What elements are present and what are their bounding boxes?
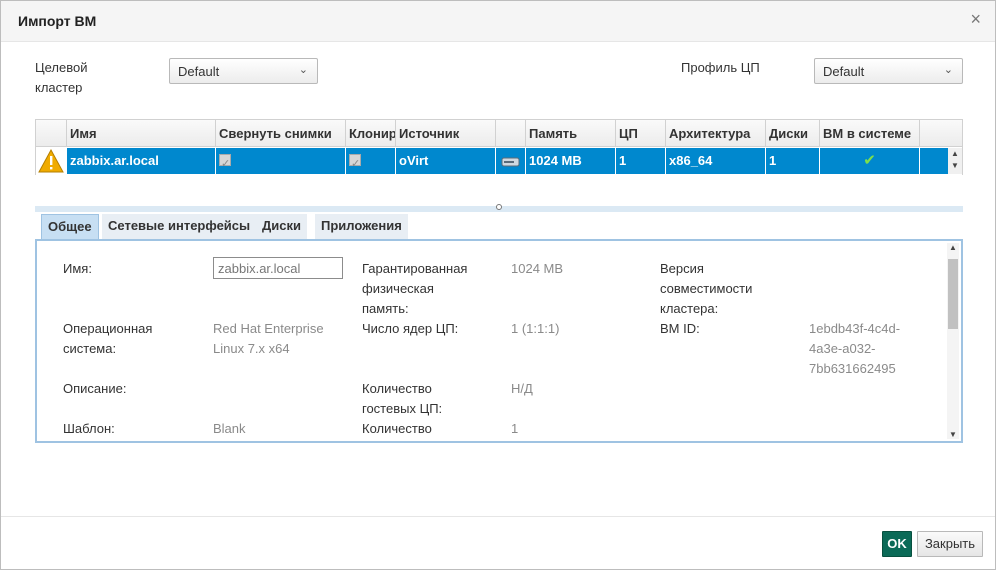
os-label-line1: Операционная	[63, 321, 153, 336]
tab-network-interfaces[interactable]: Сетевые интерфейсы	[102, 214, 257, 239]
cell-cpu: 1	[616, 148, 666, 174]
guest-cpu-line1: Количество	[362, 381, 432, 396]
column-header-source[interactable]: Источник	[396, 120, 496, 147]
panel-scrollbar[interactable]: ▲ ▼	[947, 243, 959, 439]
dialog-footer: OK Закрыть	[1, 516, 995, 569]
compat-version-label: Версия совместимости кластера:	[660, 259, 752, 319]
os-value-line1: Red Hat Enterprise	[213, 321, 324, 336]
cell-name: zabbix.ar.local	[67, 148, 216, 174]
compat-version-line3: кластера:	[660, 301, 719, 316]
count-value: 1	[511, 421, 519, 436]
scrollbar-thumb[interactable]	[948, 259, 958, 329]
template-label: Шаблон:	[63, 421, 115, 436]
table-scrollbar[interactable]: ▲ ▼	[948, 148, 962, 174]
tab-applications[interactable]: Приложения	[315, 214, 408, 239]
guest-cpu-value: Н/Д	[511, 381, 533, 396]
close-button[interactable]: Закрыть	[917, 531, 983, 557]
target-cluster-value: Default	[178, 64, 220, 79]
compat-version-line2: совместимости	[660, 281, 753, 296]
column-header-disks[interactable]: Диски	[766, 120, 820, 147]
column-header-vm-in-system[interactable]: ВМ в системе	[820, 120, 920, 147]
target-cluster-label: Целевой кластер	[35, 58, 87, 98]
cell-memory: 1024 MB	[526, 148, 616, 174]
column-header-clone[interactable]: Клониро	[346, 120, 396, 147]
scroll-up-icon[interactable]: ▲	[948, 148, 962, 160]
os-label: Операционная система:	[63, 319, 152, 359]
disk-icon	[501, 157, 520, 167]
tab-general[interactable]: Общее	[41, 214, 99, 239]
cpu-profile-value: Default	[823, 64, 865, 79]
tab-disks[interactable]: Диски	[256, 214, 307, 239]
guest-cpu-label: Количество гостевых ЦП:	[362, 379, 442, 419]
column-header-status[interactable]	[36, 120, 67, 147]
description-label: Описание:	[63, 381, 127, 396]
vm-table: Имя Свернуть снимки Клониро Источник Пам…	[35, 119, 963, 175]
guaranteed-memory-label: Гарантированная физическая память:	[362, 259, 467, 319]
vm-id-label: ВМ ID:	[660, 321, 700, 336]
cell-source: oVirt	[396, 148, 496, 174]
general-panel: Имя: Операционная система: Red Hat Enter…	[35, 239, 963, 443]
vm-id-line2: 4a3e-a032-	[809, 341, 876, 356]
table-header: Имя Свернуть снимки Клониро Источник Пам…	[36, 120, 962, 147]
ok-button[interactable]: OK	[882, 531, 912, 557]
column-header-name[interactable]: Имя	[67, 120, 216, 147]
column-header-arch[interactable]: Архитектура	[666, 120, 766, 147]
dialog-header: Импорт ВМ ×	[1, 1, 995, 42]
warning-cell	[36, 148, 67, 174]
vm-id-value: 1ebdb43f-4c4d- 4a3e-a032- 7bb631662495	[809, 319, 900, 379]
os-value: Red Hat Enterprise Linux 7.x x64	[213, 319, 324, 359]
scroll-up-icon[interactable]: ▲	[947, 243, 959, 252]
vm-id-line1: 1ebdb43f-4c4d-	[809, 321, 901, 336]
panel-splitter[interactable]	[35, 204, 963, 212]
target-cluster-select[interactable]: Default ⌄	[169, 58, 318, 84]
cpu-cores-label: Число ядер ЦП:	[362, 321, 459, 336]
target-cluster-label-line2: кластер	[35, 80, 83, 95]
vm-id-line3: 7bb631662495	[809, 361, 896, 376]
import-vm-dialog: Импорт ВМ × Целевой кластер Default ⌄ Пр…	[0, 0, 996, 570]
column-header-cpu[interactable]: ЦП	[616, 120, 666, 147]
compat-version-line1: Версия	[660, 261, 704, 276]
chevron-down-icon: ⌄	[943, 64, 953, 76]
clone-checkbox[interactable]	[349, 151, 361, 174]
table-row[interactable]: zabbix.ar.local oVirt 1024 MB 1 x86_64 1…	[36, 148, 948, 174]
target-cluster-label-line1: Целевой	[35, 60, 88, 75]
cell-collapse-snapshots	[216, 148, 346, 174]
cpu-cores-value: 1 (1:1:1)	[511, 321, 560, 336]
scroll-down-icon[interactable]: ▼	[948, 160, 962, 172]
cell-clone	[346, 148, 396, 174]
name-input[interactable]	[213, 257, 343, 279]
warning-icon	[38, 149, 64, 173]
column-header-source-type[interactable]	[496, 120, 526, 147]
chevron-down-icon: ⌄	[298, 64, 308, 76]
cell-disks: 1	[766, 148, 820, 174]
guest-cpu-line2: гостевых ЦП:	[362, 401, 443, 416]
splitter-handle-icon[interactable]	[496, 204, 502, 210]
cell-source-type	[496, 148, 526, 174]
column-header-memory[interactable]: Память	[526, 120, 616, 147]
guaranteed-memory-line1: Гарантированная	[362, 261, 468, 276]
template-value: Blank	[213, 421, 246, 436]
name-label: Имя:	[63, 261, 92, 276]
os-value-line2: Linux 7.x x64	[213, 341, 290, 356]
collapse-snapshots-checkbox[interactable]	[219, 151, 231, 174]
cpu-profile-select[interactable]: Default ⌄	[814, 58, 963, 84]
guaranteed-memory-line2: физическая	[362, 281, 434, 296]
guaranteed-memory-line3: память:	[362, 301, 409, 316]
cell-vm-in-system: ✔	[820, 148, 920, 174]
check-icon: ✔	[863, 152, 876, 169]
count-label: Количество	[362, 421, 432, 436]
guaranteed-memory-value: 1024 MB	[511, 261, 564, 276]
cpu-profile-label: Профиль ЦП	[681, 60, 760, 75]
dialog-title: Импорт ВМ	[18, 13, 97, 29]
close-icon[interactable]: ×	[970, 9, 981, 30]
scroll-down-icon[interactable]: ▼	[947, 430, 959, 439]
os-label-line2: система:	[63, 341, 117, 356]
column-header-collapse-snapshots[interactable]: Свернуть снимки	[216, 120, 346, 147]
cell-arch: x86_64	[666, 148, 766, 174]
